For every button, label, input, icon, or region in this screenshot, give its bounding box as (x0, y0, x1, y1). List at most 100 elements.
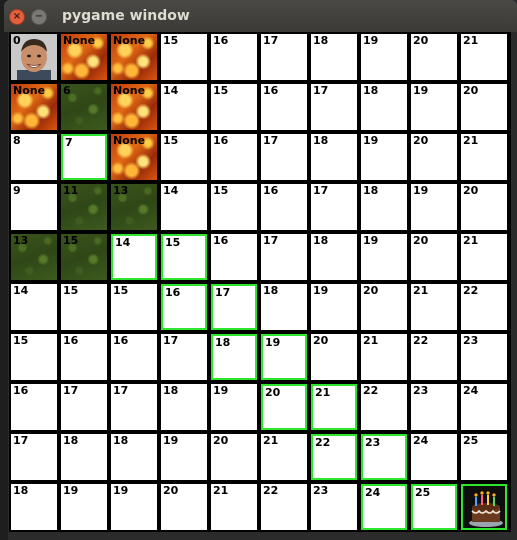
cell-label: 20 (313, 334, 329, 347)
empty-cell: 18 (111, 434, 157, 480)
cell-label: 20 (413, 134, 429, 147)
cell-label: 19 (265, 336, 281, 349)
cell-label: 19 (213, 384, 229, 397)
cell-label: None (63, 34, 96, 47)
cell-label: 19 (163, 434, 179, 447)
cell-label: 16 (213, 234, 229, 247)
cell-label: 15 (13, 334, 29, 347)
empty-cell: 16 (211, 34, 257, 80)
cell-label: 15 (165, 236, 181, 249)
cell-label: 16 (263, 184, 279, 197)
empty-cell: 15 (11, 334, 57, 380)
empty-cell: 21 (361, 334, 407, 380)
cell-label: 8 (13, 134, 21, 147)
empty-cell: 19 (361, 234, 407, 280)
cell-label: 17 (113, 384, 129, 397)
cell-label: 22 (363, 384, 379, 397)
path-cell: 20 (261, 384, 307, 430)
cell-label: 21 (463, 34, 479, 47)
empty-cell: 22 (411, 334, 457, 380)
empty-cell: 16 (11, 384, 57, 430)
cell-label: 20 (463, 184, 479, 197)
empty-cell: 20 (361, 284, 407, 330)
cell-label: 24 (365, 486, 381, 499)
cell-label: 18 (163, 384, 179, 397)
path-cell: 17 (211, 284, 257, 330)
cell-label: 19 (63, 484, 79, 497)
cell-label: 21 (363, 334, 379, 347)
empty-cell: 17 (111, 384, 157, 430)
cell-label: 16 (63, 334, 79, 347)
empty-cell: 18 (361, 84, 407, 130)
empty-cell: 20 (161, 484, 207, 530)
goal-cell (461, 484, 507, 530)
cell-label: 20 (413, 34, 429, 47)
avatar-cell: 0 (11, 34, 57, 80)
empty-cell: 17 (261, 234, 307, 280)
cell-label: 18 (313, 234, 329, 247)
grass-cell: 13 (11, 234, 57, 280)
cell-label: None (13, 84, 46, 97)
path-cell: 22 (311, 434, 357, 480)
empty-cell: 18 (61, 434, 107, 480)
empty-cell: 21 (261, 434, 307, 480)
cell-label: 15 (163, 134, 179, 147)
cell-label: 13 (13, 234, 29, 247)
cell-label: 21 (315, 386, 331, 399)
cell-label: 16 (263, 84, 279, 97)
cell-label: 15 (163, 34, 179, 47)
cell-label: 22 (463, 284, 479, 297)
empty-cell: 19 (61, 484, 107, 530)
cell-label: 18 (313, 134, 329, 147)
cell-label: 14 (163, 184, 179, 197)
cell-label: 14 (115, 236, 131, 249)
window-title: pygame window (62, 8, 190, 24)
empty-cell: 21 (411, 284, 457, 330)
empty-cell: 15 (61, 284, 107, 330)
cell-label: 17 (63, 384, 79, 397)
grass-cell: 13 (111, 184, 157, 230)
empty-cell: 16 (261, 184, 307, 230)
fire-cell: None (111, 134, 157, 180)
cell-label: None (113, 84, 146, 97)
cell-label: 19 (313, 284, 329, 297)
empty-cell: 18 (161, 384, 207, 430)
path-cell: 15 (161, 234, 207, 280)
empty-cell: 18 (261, 284, 307, 330)
cell-label: 17 (263, 34, 279, 47)
cell-label: 18 (363, 184, 379, 197)
empty-cell: 19 (311, 284, 357, 330)
cell-label: 15 (113, 284, 129, 297)
title-bar[interactable]: × − pygame window (4, 0, 517, 32)
cell-label: 23 (365, 436, 381, 449)
cell-label: 24 (413, 434, 429, 447)
empty-cell: 15 (161, 134, 207, 180)
cell-label: 16 (165, 286, 181, 299)
empty-cell: 20 (211, 434, 257, 480)
cell-label: 18 (363, 84, 379, 97)
grass-cell: 11 (61, 184, 107, 230)
empty-cell: 14 (161, 184, 207, 230)
empty-cell: 17 (261, 34, 307, 80)
path-cell: 24 (361, 484, 407, 530)
minimize-icon[interactable]: − (31, 9, 47, 25)
close-icon[interactable]: × (9, 9, 25, 25)
path-cell: 21 (311, 384, 357, 430)
empty-cell: 17 (261, 134, 307, 180)
cell-label: 23 (463, 334, 479, 347)
empty-cell: 25 (461, 434, 507, 480)
cell-label: 20 (213, 434, 229, 447)
cell-label: 22 (263, 484, 279, 497)
cell-label: 16 (213, 134, 229, 147)
cell-label: 21 (213, 484, 229, 497)
path-cell: 18 (211, 334, 257, 380)
cell-label: 17 (313, 84, 329, 97)
empty-cell: 20 (461, 184, 507, 230)
cell-label: 9 (13, 184, 21, 197)
empty-cell: 16 (111, 334, 157, 380)
cell-label: 25 (463, 434, 479, 447)
empty-cell: 15 (161, 34, 207, 80)
empty-cell: 14 (11, 284, 57, 330)
empty-cell: 16 (61, 334, 107, 380)
empty-cell: 20 (461, 84, 507, 130)
